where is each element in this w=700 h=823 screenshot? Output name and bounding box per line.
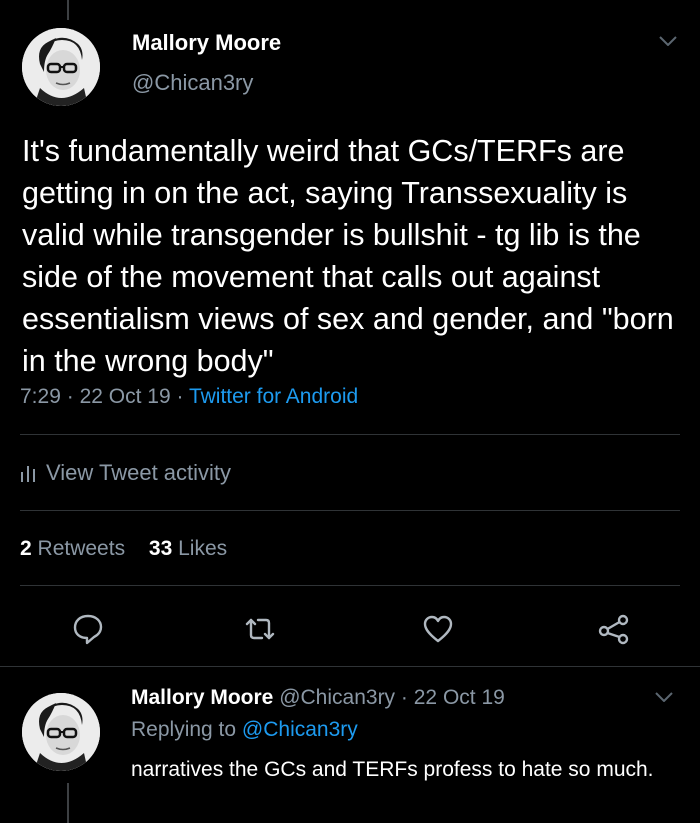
tweet-source-link[interactable]: Twitter for Android bbox=[189, 385, 358, 408]
likes-label: Likes bbox=[178, 537, 228, 560]
tweet-time: 7:29 bbox=[20, 385, 61, 408]
retweets-stat[interactable]: 2 Retweets bbox=[20, 537, 125, 560]
replying-to: Replying to @Chican3ry bbox=[131, 718, 358, 742]
retweets-count: 2 bbox=[20, 537, 32, 560]
likes-count: 33 bbox=[148, 537, 173, 560]
tweet-separator bbox=[0, 666, 700, 667]
reply-author-name[interactable]: Mallory Moore bbox=[131, 686, 273, 709]
replying-to-label: Replying to bbox=[131, 718, 237, 741]
likes-stat[interactable]: 33 Likes bbox=[149, 537, 227, 560]
avatar[interactable] bbox=[22, 28, 100, 106]
reply-text: narratives the GCs and TERFs profess to … bbox=[131, 758, 654, 781]
reply-avatar[interactable] bbox=[22, 693, 100, 771]
thread-line-bottom bbox=[67, 783, 69, 823]
reply-icon[interactable] bbox=[71, 612, 105, 646]
bar-chart-icon bbox=[21, 466, 35, 482]
author-name[interactable]: Mallory Moore bbox=[132, 30, 281, 56]
retweets-label: Retweets bbox=[37, 537, 126, 560]
thread-line-top bbox=[67, 0, 69, 20]
divider bbox=[20, 434, 680, 435]
reply-author-handle[interactable]: @Chican3ry bbox=[279, 686, 395, 709]
reply-header: Mallory Moore @Chican3ry · 22 Oct 19 bbox=[131, 686, 505, 710]
tweet-date[interactable]: 22 Oct 19 bbox=[80, 385, 171, 408]
divider bbox=[20, 510, 680, 511]
divider bbox=[20, 585, 680, 586]
reply-separator: · bbox=[400, 686, 408, 709]
tweet-text: It's fundamentally weird that GCs/TERFs … bbox=[22, 134, 674, 378]
author-handle[interactable]: @Chican3ry bbox=[132, 70, 253, 96]
view-activity-label: View Tweet activity bbox=[46, 460, 232, 485]
reply-chevron-down-icon[interactable] bbox=[655, 692, 673, 702]
share-icon[interactable] bbox=[597, 612, 631, 646]
replying-to-handle[interactable]: @Chican3ry bbox=[242, 718, 358, 741]
reply-date[interactable]: 22 Oct 19 bbox=[414, 686, 505, 709]
meta-separator: · bbox=[66, 385, 74, 408]
like-icon[interactable] bbox=[421, 612, 455, 646]
view-activity-button[interactable]: View Tweet activity bbox=[20, 460, 231, 486]
tweet-meta: 7:29 · 22 Oct 19 · Twitter for Android bbox=[20, 385, 358, 409]
meta-separator: · bbox=[176, 385, 184, 408]
engagement-stats: 2 Retweets 33 Likes bbox=[20, 537, 227, 561]
retweet-icon[interactable] bbox=[243, 612, 277, 646]
chevron-down-icon[interactable] bbox=[659, 36, 677, 46]
